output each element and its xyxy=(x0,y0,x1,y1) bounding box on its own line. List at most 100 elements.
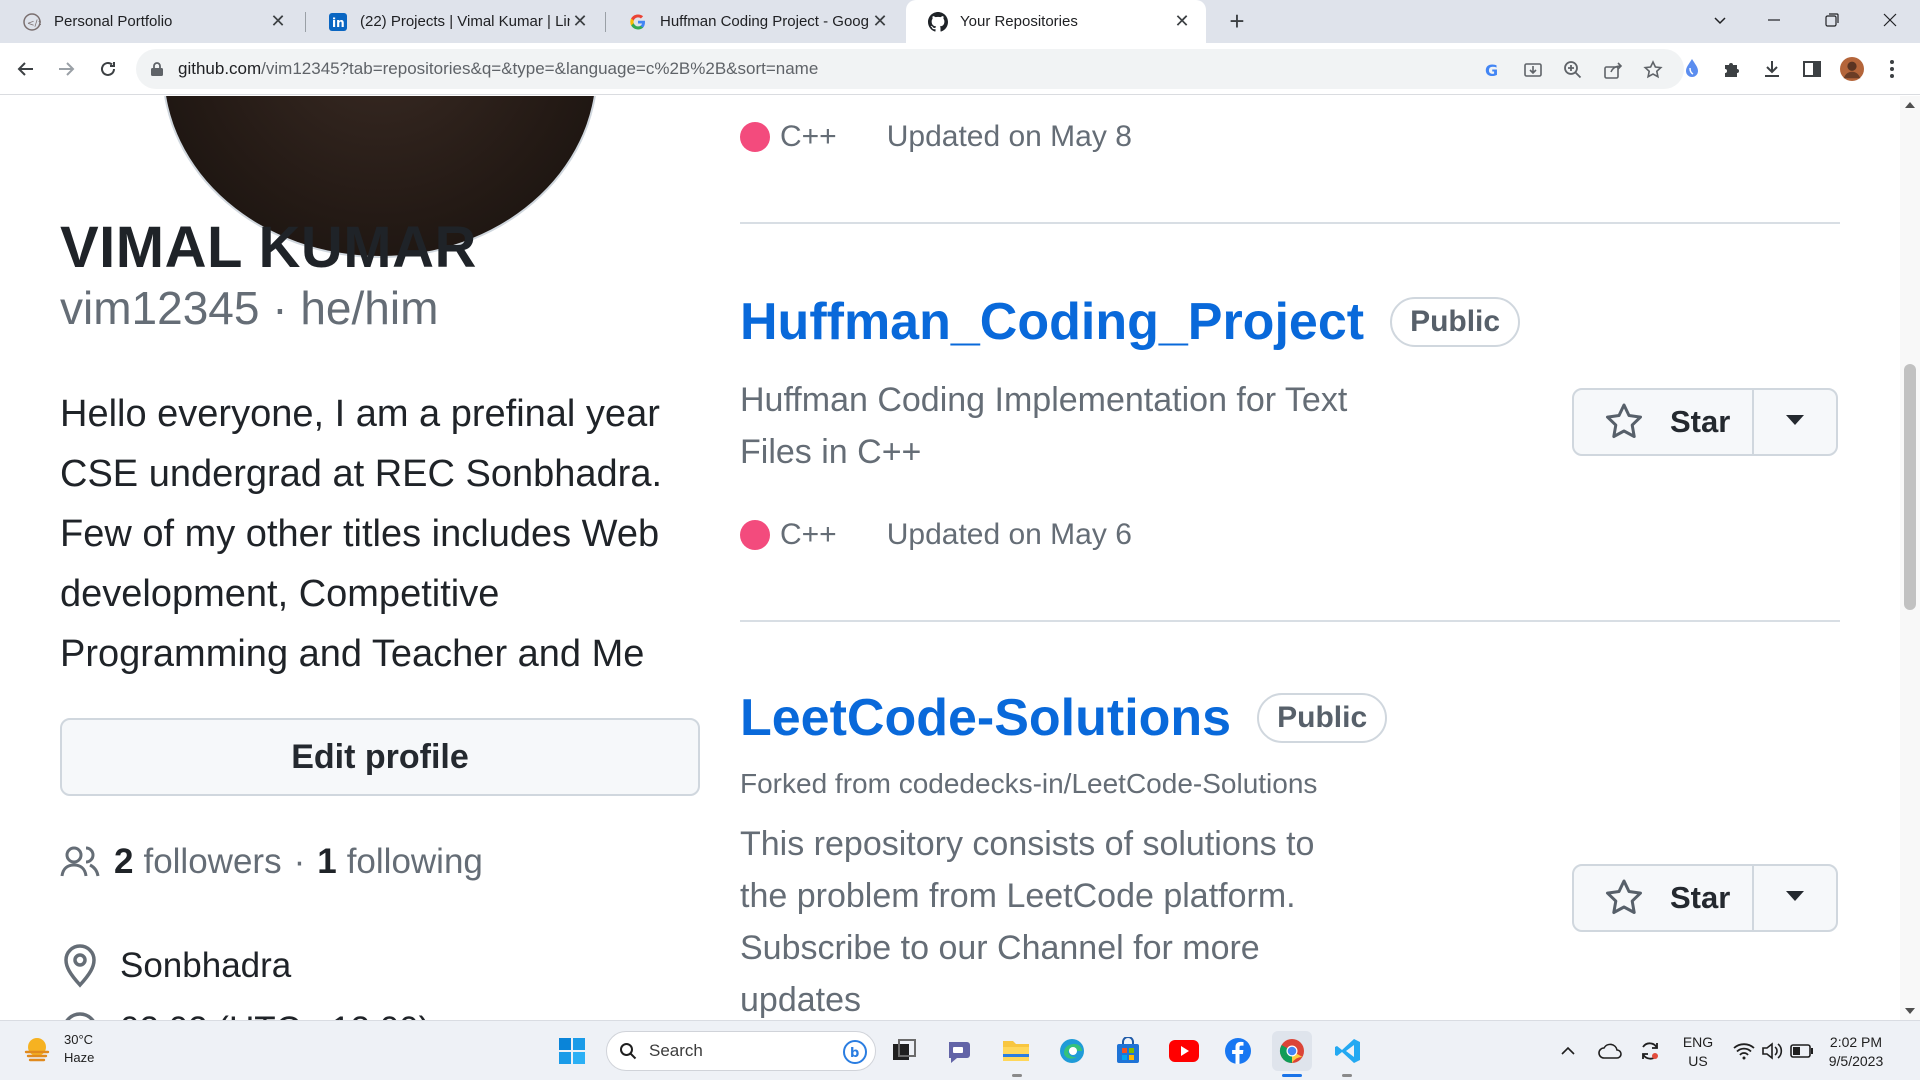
scrollbar-thumb[interactable] xyxy=(1904,364,1916,610)
teams-chat-icon[interactable] xyxy=(940,1031,980,1071)
login-separator: · xyxy=(259,282,301,334)
youtube-icon[interactable] xyxy=(1164,1031,1204,1071)
bookmark-star-icon[interactable] xyxy=(1642,59,1664,81)
running-indicator xyxy=(1342,1074,1352,1077)
forked-from-text[interactable]: Forked from codedecks-in/LeetCode-Soluti… xyxy=(740,768,1317,800)
show-hidden-icons-chevron-icon[interactable] xyxy=(1548,1031,1588,1071)
people-icon xyxy=(60,845,100,879)
location-row: Sonbhadra xyxy=(60,944,291,988)
tab-linkedin-projects[interactable]: in (22) Projects | Vimal Kumar | Linke ✕ xyxy=(306,0,604,43)
back-arrow-icon[interactable] xyxy=(10,53,42,85)
profile-pronouns: he/him xyxy=(300,282,439,334)
repo-description: This repository consists of solutions to… xyxy=(740,825,1315,1019)
star-button[interactable]: Star xyxy=(1574,390,1754,454)
url-host: github.com xyxy=(178,59,262,78)
install-app-icon[interactable] xyxy=(1522,59,1544,81)
weather-widget[interactable]: 30°C Haze xyxy=(22,1031,94,1067)
search-icon xyxy=(619,1042,637,1060)
windows-taskbar: 30°C Haze Search b ENG US 2:02 PM 9/5/20… xyxy=(0,1020,1920,1080)
scroll-up-arrow-icon[interactable] xyxy=(1905,102,1915,108)
lock-icon[interactable] xyxy=(150,61,164,77)
side-panel-icon[interactable] xyxy=(1800,57,1824,81)
browser-tab-strip: </> Personal Portfolio ✕ in (22) Project… xyxy=(0,0,1920,43)
minimize-button[interactable] xyxy=(1746,0,1802,40)
task-view-icon[interactable] xyxy=(884,1031,924,1071)
haze-sun-icon xyxy=(22,1034,52,1064)
tab-personal-portfolio[interactable]: </> Personal Portfolio ✕ xyxy=(0,0,302,43)
weather-temp: 30°C xyxy=(64,1032,94,1047)
close-icon[interactable]: ✕ xyxy=(570,11,590,32)
close-window-button[interactable] xyxy=(1862,0,1918,40)
new-tab-button[interactable]: + xyxy=(1222,6,1252,36)
profile-login-line: vim12345 · he/him xyxy=(60,281,438,335)
language-top: ENG xyxy=(1682,1034,1714,1050)
clock[interactable]: 2:02 PM 9/5/2023 xyxy=(1820,1033,1892,1071)
repo-title-row: LeetCode-Solutions Public xyxy=(740,688,1388,748)
menu-kebab-icon[interactable] xyxy=(1880,57,1904,81)
tab-google-search[interactable]: Huffman Coding Project - Google ✕ xyxy=(606,0,904,43)
profile-bio: Hello everyone, I am a prefinal year CSE… xyxy=(60,393,663,675)
restore-button[interactable] xyxy=(1804,0,1860,40)
edit-profile-button[interactable]: Edit profile xyxy=(60,718,700,796)
onedrive-sync-icon[interactable] xyxy=(1590,1031,1630,1071)
star-list-dropdown[interactable] xyxy=(1754,390,1836,454)
weather-desc: Haze xyxy=(64,1050,95,1065)
browser-toolbar: github.com/vim12345?tab=repositories&q=&… xyxy=(0,43,1920,95)
reload-icon[interactable] xyxy=(92,53,124,85)
repo-name-link[interactable]: Huffman_Coding_Project xyxy=(740,292,1364,352)
microsoft-store-icon[interactable] xyxy=(1108,1031,1148,1071)
url-text[interactable]: github.com/vim12345?tab=repositories&q=&… xyxy=(178,59,818,79)
star-icon xyxy=(1604,878,1644,918)
repo-divider xyxy=(740,620,1840,622)
forward-arrow-icon[interactable] xyxy=(50,53,82,85)
google-lens-icon[interactable]: G xyxy=(1482,59,1504,81)
extensions-puzzle-icon[interactable] xyxy=(1720,57,1744,81)
portfolio-favicon-icon: </> xyxy=(22,12,42,32)
star-list-dropdown[interactable] xyxy=(1754,866,1836,930)
chrome-browser-icon[interactable] xyxy=(1272,1031,1312,1071)
repo-meta-row: C++ Updated on May 6 xyxy=(740,518,1132,552)
facebook-icon[interactable] xyxy=(1218,1031,1258,1071)
repo-meta-row: C++ Updated on May 8 xyxy=(740,120,1132,154)
language-indicator[interactable]: ENG US xyxy=(1676,1033,1720,1071)
close-icon[interactable]: ✕ xyxy=(268,11,288,32)
repo-name-link[interactable]: LeetCode-Solutions xyxy=(740,688,1231,748)
zoom-icon[interactable] xyxy=(1562,59,1584,81)
profile-name: VIMAL KUMAR xyxy=(60,215,477,280)
address-bar[interactable]: github.com/vim12345?tab=repositories&q=&… xyxy=(136,49,1684,89)
tab-your-repositories[interactable]: Your Repositories ✕ xyxy=(906,0,1206,43)
language-color-dot xyxy=(740,520,770,550)
tab-search-chevron-icon[interactable] xyxy=(1692,0,1748,40)
tab-title: Your Repositories xyxy=(960,13,1078,30)
sync-refresh-icon[interactable] xyxy=(1630,1031,1670,1071)
share-icon[interactable] xyxy=(1602,59,1624,81)
close-icon[interactable]: ✕ xyxy=(1172,11,1192,32)
clock-time: 2:02 PM xyxy=(1829,1034,1883,1050)
file-explorer-icon[interactable] xyxy=(996,1031,1036,1071)
profile-avatar[interactable] xyxy=(1840,57,1864,81)
battery-icon[interactable] xyxy=(1782,1031,1822,1071)
tab-title: Personal Portfolio xyxy=(54,13,173,30)
visibility-badge: Public xyxy=(1257,693,1388,743)
scroll-down-arrow-icon[interactable] xyxy=(1905,1008,1915,1014)
star-icon xyxy=(1604,402,1644,442)
download-icon[interactable] xyxy=(1760,57,1784,81)
github-repositories-page: VIMAL KUMAR vim12345 · he/him Hello ever… xyxy=(0,96,1900,1020)
clock-date: 9/5/2023 xyxy=(1828,1053,1884,1069)
url-path: /vim12345?tab=repositories&q=&type=&lang… xyxy=(261,59,819,78)
taskbar-search-box[interactable]: Search b xyxy=(606,1031,876,1071)
page-scrollbar[interactable] xyxy=(1900,96,1920,1020)
repo-title-row: Huffman_Coding_Project Public xyxy=(740,292,1521,352)
repo-description: Huffman Coding Implementation for Text F… xyxy=(740,381,1348,471)
extension-droplet-icon[interactable] xyxy=(1680,57,1704,81)
windows-start-icon[interactable] xyxy=(552,1031,592,1071)
bing-icon: b xyxy=(843,1040,867,1064)
star-button[interactable]: Star xyxy=(1574,866,1754,930)
close-icon[interactable]: ✕ xyxy=(870,11,890,32)
following-link[interactable]: following xyxy=(347,842,483,882)
tab-title: (22) Projects | Vimal Kumar | Linke xyxy=(360,13,570,30)
local-time-row: 02:02 (UTC +12:00) xyxy=(60,1010,430,1020)
followers-link[interactable]: followers xyxy=(143,842,281,882)
vscode-icon[interactable] xyxy=(1328,1031,1368,1071)
edge-browser-icon[interactable] xyxy=(1052,1031,1092,1071)
